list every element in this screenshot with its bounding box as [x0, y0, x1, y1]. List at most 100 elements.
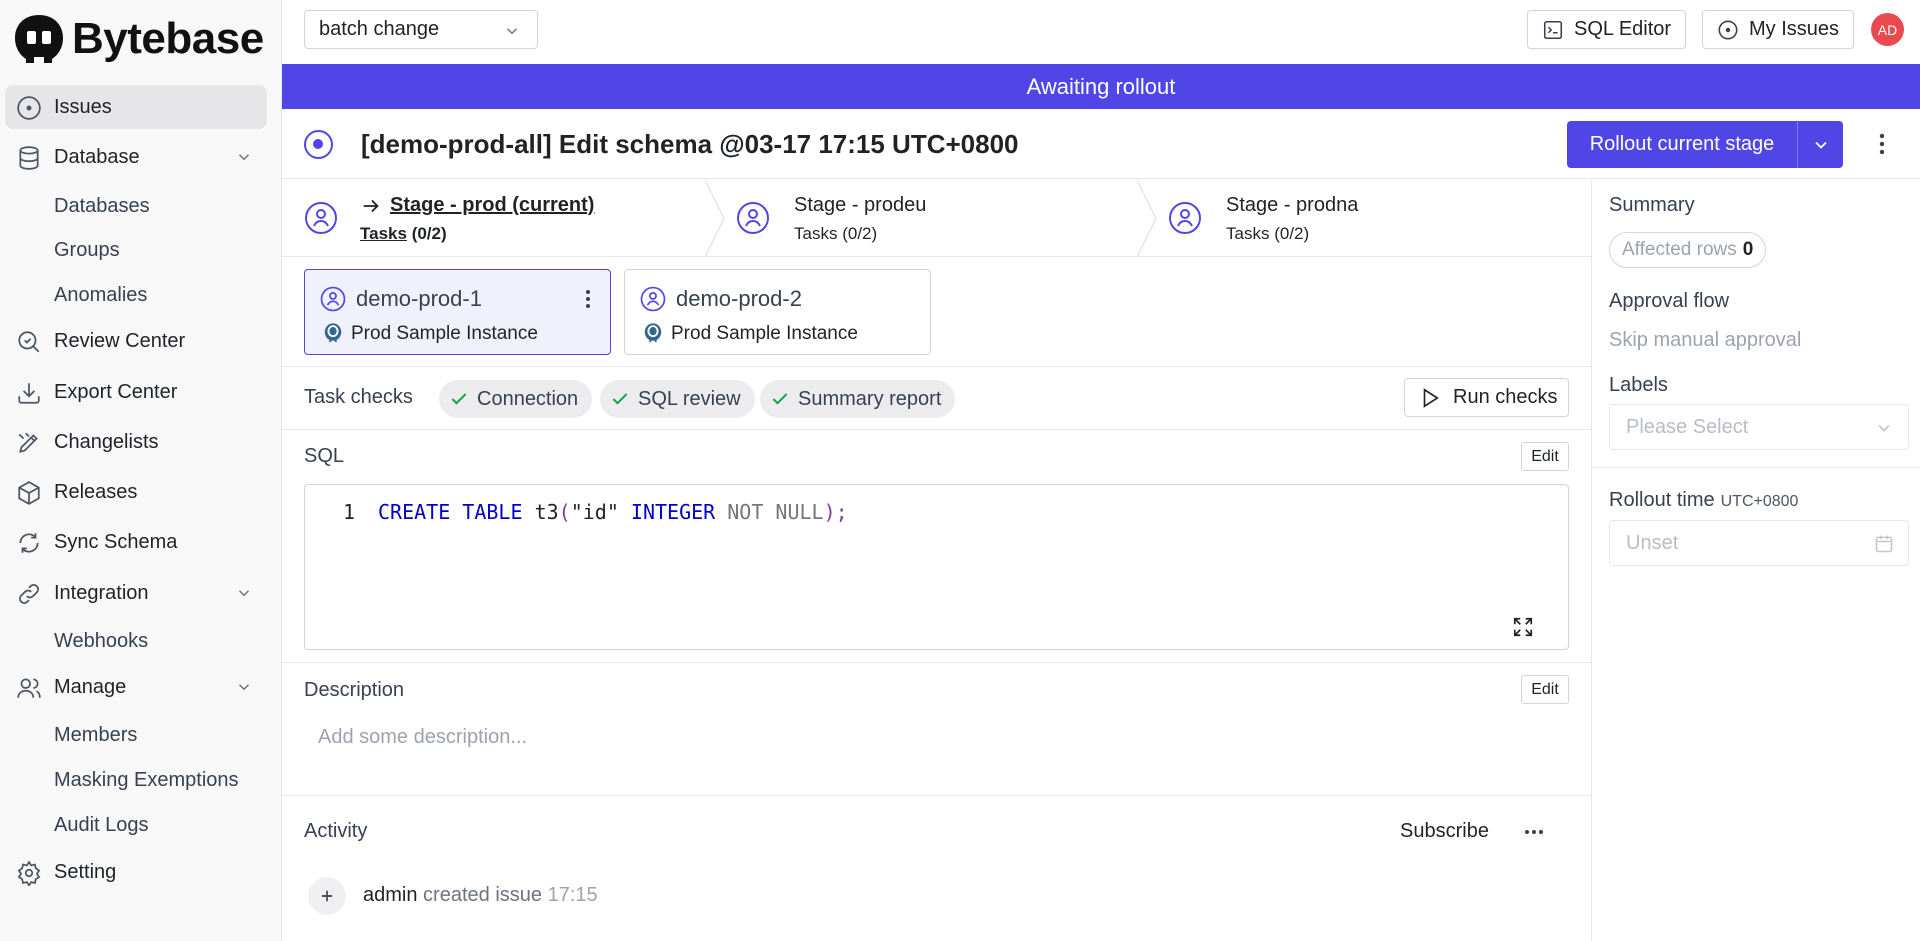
- sidebar-item-label: Setting: [54, 860, 117, 883]
- stage-status-icon: [1169, 202, 1201, 234]
- description-edit-button[interactable]: Edit: [1521, 675, 1569, 704]
- rollout-current-stage-button[interactable]: Rollout current stage: [1567, 121, 1797, 168]
- sidebar-item-releases[interactable]: Releases: [5, 470, 267, 514]
- stage-prodna[interactable]: Stage - prodna Tasks (0/2): [1146, 180, 1586, 257]
- labels-select[interactable]: Please Select: [1609, 404, 1909, 450]
- divider: [282, 429, 1591, 430]
- activity-label: Activity: [304, 820, 368, 842]
- stage-name: Stage - prodna: [1226, 194, 1359, 216]
- sidebar-item-members[interactable]: Members: [54, 724, 137, 747]
- sidebar-item-databases[interactable]: Databases: [54, 195, 150, 218]
- task-card-demo-prod-2[interactable]: demo-prod-2 Prod Sample Instance: [624, 269, 931, 355]
- chevron-down-icon[interactable]: [235, 148, 253, 166]
- page-title[interactable]: [demo-prod-all] Edit schema @03-17 17:15…: [361, 129, 1019, 160]
- expand-icon[interactable]: [1512, 616, 1534, 638]
- gear-icon: [17, 860, 41, 886]
- chevron-down-icon[interactable]: [235, 678, 253, 696]
- activity-entry: admin created issue 17:15: [363, 884, 598, 907]
- check-summary-report[interactable]: Summary report: [760, 380, 956, 418]
- sidebar-item-database[interactable]: Database: [5, 135, 267, 179]
- users-icon: [17, 678, 41, 698]
- task-checks-label: Task checks: [304, 386, 413, 408]
- chevron-down-icon[interactable]: [235, 584, 253, 602]
- divider: [282, 366, 1591, 367]
- sidebar-item-audit-logs[interactable]: Audit Logs: [54, 814, 149, 837]
- logo[interactable]: Bytebase: [12, 13, 264, 65]
- stage-tasks-label: Tasks: [360, 224, 407, 243]
- check-connection[interactable]: Connection: [439, 380, 593, 418]
- link-icon: [19, 584, 39, 604]
- stage-tasks-count: (0/2): [1274, 224, 1310, 243]
- check-sql-review[interactable]: SQL review: [600, 380, 755, 418]
- project-select-value: batch change: [319, 18, 440, 40]
- avatar[interactable]: AD: [1871, 13, 1904, 46]
- activity-create-icon: [308, 877, 346, 915]
- plus-icon: [321, 890, 333, 902]
- rollout-time-input[interactable]: Unset: [1609, 520, 1909, 566]
- sidebar-item-label: Issues: [54, 95, 112, 118]
- task-instance: Prod Sample Instance: [351, 323, 538, 344]
- run-checks-button[interactable]: Run checks: [1404, 378, 1569, 417]
- divider: [282, 795, 1591, 796]
- changelist-icon: [18, 432, 38, 453]
- review-search-icon: [18, 331, 40, 353]
- database-icon: [19, 146, 39, 170]
- sidebar-item-groups[interactable]: Groups: [54, 239, 120, 262]
- more-horizontal-icon[interactable]: [1522, 820, 1546, 844]
- sql-editor-label: SQL Editor: [1574, 18, 1672, 40]
- sync-icon: [19, 533, 39, 553]
- sidebar-item-masking-exemptions[interactable]: Masking Exemptions: [54, 769, 239, 792]
- sidebar-item-label: Integration: [54, 581, 149, 604]
- status-banner-text: Awaiting rollout: [1026, 73, 1176, 99]
- affected-rows-badge: Affected rows 0: [1609, 232, 1767, 268]
- check-label: Connection: [477, 387, 579, 410]
- subscribe-button[interactable]: Subscribe: [1400, 820, 1489, 843]
- task-card-demo-prod-1[interactable]: demo-prod-1 Prod Sample Instance: [304, 269, 611, 355]
- sidebar-item-integration[interactable]: Integration: [5, 571, 267, 615]
- sidebar-item-review-center[interactable]: Review Center: [5, 319, 267, 363]
- stage-prodeu[interactable]: Stage - prodeu Tasks (0/2): [714, 180, 1139, 257]
- sql-editor-button[interactable]: SQL Editor: [1527, 10, 1687, 49]
- labels-label: Labels: [1609, 374, 1668, 396]
- check-icon: [451, 393, 467, 405]
- sidebar-item-label: Manage: [54, 675, 127, 698]
- sidebar: Bytebase Issues Database Databases Group…: [0, 0, 282, 941]
- run-checks-label: Run checks: [1453, 386, 1558, 408]
- activity-user[interactable]: admin: [363, 884, 417, 906]
- sidebar-item-issues[interactable]: Issues: [5, 85, 267, 129]
- project-select[interactable]: batch change: [304, 10, 538, 49]
- check-label: Summary report: [798, 387, 942, 410]
- sidebar-item-label: Export Center: [54, 380, 178, 403]
- sidebar-item-setting[interactable]: Setting: [5, 850, 267, 894]
- postgres-icon: [644, 323, 662, 343]
- check-icon: [772, 393, 788, 405]
- sidebar-item-webhooks[interactable]: Webhooks: [54, 630, 148, 653]
- rollout-dropdown-button[interactable]: [1797, 121, 1843, 168]
- labels-placeholder: Please Select: [1626, 415, 1749, 438]
- divider: [282, 662, 1591, 663]
- sidebar-item-manage[interactable]: Manage: [5, 665, 267, 709]
- sidebar-item-label: Database: [54, 145, 140, 168]
- divider: [1591, 467, 1920, 468]
- sidebar-item-export-center[interactable]: Export Center: [5, 370, 267, 414]
- issue-status-icon: [304, 130, 333, 159]
- more-vertical-icon[interactable]: [1872, 131, 1892, 157]
- my-issues-button[interactable]: My Issues: [1702, 10, 1855, 49]
- more-vertical-icon[interactable]: [580, 287, 596, 311]
- sql-edit-button[interactable]: Edit: [1521, 442, 1569, 471]
- rollout-time-label: Rollout time UTC+0800: [1609, 489, 1799, 511]
- description-placeholder[interactable]: Add some description...: [318, 726, 527, 749]
- stage-tasks-label: Tasks: [1226, 224, 1270, 243]
- sql-editor[interactable]: 1 CREATE TABLE t3("id" INTEGER NOT NULL)…: [304, 484, 1569, 650]
- sidebar-item-label: Sync Schema: [54, 530, 178, 553]
- stage-prod[interactable]: Stage - prod (current) Tasks (0/2): [282, 180, 707, 257]
- sidebar-item-label: Changelists: [54, 430, 159, 453]
- issue-circle-icon: [17, 96, 41, 120]
- check-label: SQL review: [638, 387, 741, 410]
- affected-rows-label: Affected rows: [1622, 239, 1737, 260]
- issue-circle-icon: [1718, 20, 1738, 39]
- sidebar-item-changelists[interactable]: Changelists: [5, 420, 267, 464]
- stage-name: Stage - prod (current): [390, 194, 595, 216]
- sidebar-item-sync-schema[interactable]: Sync Schema: [5, 520, 267, 564]
- sidebar-item-anomalies[interactable]: Anomalies: [54, 284, 147, 307]
